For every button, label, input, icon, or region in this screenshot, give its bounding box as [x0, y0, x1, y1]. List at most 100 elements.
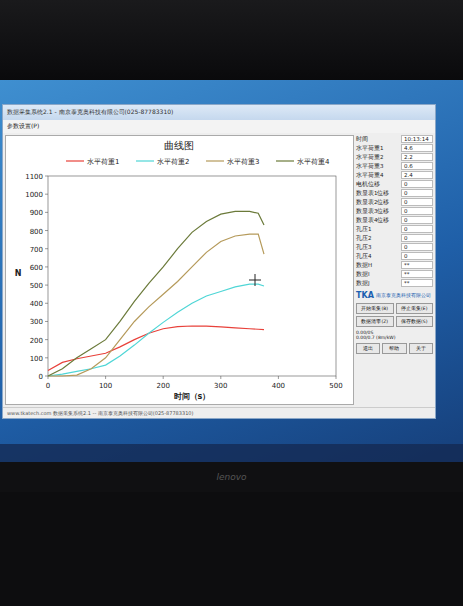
- y-tick-label: 900: [30, 209, 43, 217]
- reading-value: 0: [401, 225, 433, 233]
- reading-row: 水平荷重1 4.6: [356, 144, 433, 152]
- reading-value: **: [401, 270, 433, 278]
- y-axis-label: N: [15, 269, 22, 278]
- chart-title: 曲线图: [164, 140, 194, 151]
- reading-label: 水平荷重4: [356, 172, 384, 179]
- y-tick: 1000: [25, 191, 48, 199]
- x-axis-label: 时间（s）: [174, 392, 211, 401]
- x-tick: 200: [157, 376, 170, 390]
- reading-label: 数据H: [356, 262, 372, 269]
- status-bar: www.tkatech.com 数据采集系统2.1 -- 南京泰克奥科技有限公司…: [3, 407, 435, 418]
- y-tick-label: 1000: [25, 191, 43, 199]
- reading-value: 0: [401, 216, 433, 224]
- series-line: [48, 326, 264, 371]
- x-tick-label: 300: [214, 382, 227, 390]
- y-tick-label: 800: [30, 228, 43, 236]
- reading-value: 0: [401, 243, 433, 251]
- legend-item: 水平荷重1: [66, 158, 119, 166]
- reading-label: 电机位移: [356, 181, 380, 188]
- company-logo: TKA南京泰克奥科技有限公司: [356, 291, 433, 300]
- reading-value: 0: [401, 207, 433, 215]
- footer-button[interactable]: 关于: [409, 343, 433, 354]
- crosshair-cursor-icon: [249, 274, 261, 286]
- legend-swatch: [136, 160, 154, 161]
- reading-value: 0: [401, 180, 433, 188]
- reading-row: 数据I**: [356, 270, 433, 278]
- action-button[interactable]: 数据清零(Z): [356, 316, 394, 327]
- y-tick: 500: [30, 282, 48, 290]
- y-tick: 900: [30, 209, 48, 217]
- button-grid: 开始采集(B)停止采集(E)数据清零(Z)保存数据(S): [356, 303, 433, 327]
- legend-item: 水平荷重3: [206, 158, 259, 166]
- reading-row: 水平荷重22.2: [356, 153, 433, 161]
- reading-label: 数显表3位移: [356, 208, 390, 215]
- action-button[interactable]: 停止采集(E): [396, 303, 434, 314]
- y-tick: 400: [30, 300, 48, 308]
- y-tick: 0: [39, 373, 48, 381]
- x-tick-label: 100: [99, 382, 112, 390]
- plot-area: [48, 176, 336, 376]
- legend-swatch: [66, 160, 84, 161]
- reading-label: 数显表4位移: [356, 217, 390, 224]
- readouts: 0.00/0S0.00/0.7 (8m/kW): [356, 330, 433, 340]
- x-tick: 400: [272, 376, 285, 390]
- reading-label: 孔压3: [356, 244, 372, 251]
- brand-logo: lenovo: [216, 472, 246, 482]
- reading-label: 水平荷重1: [356, 145, 384, 152]
- x-tick-label: 400: [272, 382, 285, 390]
- y-tick: 700: [30, 246, 48, 254]
- y-tick-label: 1100: [25, 173, 43, 181]
- photo-frame: 数据采集系统2.1 - 南京泰克奥科技有限公司(025-87783310)参数设…: [0, 0, 463, 606]
- x-tick: 500: [329, 376, 342, 390]
- action-button[interactable]: 保存数据(S): [396, 316, 434, 327]
- y-tick-label: 100: [30, 355, 43, 363]
- series-line: [48, 234, 264, 376]
- reading-label: 孔压1: [356, 226, 372, 233]
- x-tick: 100: [99, 376, 112, 390]
- footer-button[interactable]: 帮助: [382, 343, 406, 354]
- y-tick: 100: [30, 355, 48, 363]
- line-chart: 曲线图水平荷重1 水平荷重2 水平荷重3 水平荷重4 0 100 200 300 400 500 6…: [6, 136, 351, 404]
- y-tick: 600: [30, 264, 48, 272]
- reading-label: 孔压4: [356, 253, 372, 260]
- series-line: [48, 284, 264, 376]
- action-button[interactable]: 开始采集(B): [356, 303, 394, 314]
- legend-swatch: [206, 160, 224, 161]
- reading-value: 0.6: [401, 162, 433, 170]
- reading-row: 孔压40: [356, 252, 433, 260]
- x-tick: 0: [46, 376, 50, 390]
- footer-buttons: 退出帮助关于: [356, 343, 433, 354]
- legend-label: 水平荷重4: [297, 158, 330, 166]
- y-tick: 1100: [25, 173, 48, 181]
- room-background: [0, 0, 463, 80]
- reading-row: 时间10:13:14: [356, 135, 433, 143]
- reading-row: 数显表1位移0: [356, 189, 433, 197]
- logo-mark: TKA: [356, 291, 374, 300]
- y-tick: 800: [30, 228, 48, 236]
- menu-bar: 参数设置(P): [3, 120, 435, 133]
- reading-row: 孔压20: [356, 234, 433, 242]
- reading-row: 数据J**: [356, 279, 433, 287]
- reading-value: **: [401, 279, 433, 287]
- reading-label: 数显表2位移: [356, 199, 390, 206]
- reading-label: 水平荷重2: [356, 154, 384, 161]
- readout: 0.00/0S: [356, 330, 433, 335]
- reading-value: 10:13:14: [401, 135, 433, 143]
- reading-label: 水平荷重3: [356, 163, 384, 170]
- y-tick-label: 200: [30, 337, 43, 345]
- chart-panel: 曲线图水平荷重1 水平荷重2 水平荷重3 水平荷重4 0 100 200 300 400 500 6…: [5, 135, 354, 405]
- legend-item: 水平荷重2: [136, 158, 189, 166]
- app-window: 数据采集系统2.1 - 南京泰克奥科技有限公司(025-87783310)参数设…: [2, 104, 436, 419]
- reading-value: 4.6: [401, 144, 433, 152]
- monitor-screen: 数据采集系统2.1 - 南京泰克奥科技有限公司(025-87783310)参数设…: [0, 80, 463, 462]
- x-tick: 300: [214, 376, 227, 390]
- monitor-bezel: lenovo: [0, 462, 463, 492]
- reading-row: 数显表3位移 0: [356, 207, 433, 215]
- legend-label: 水平荷重1: [87, 158, 119, 166]
- reading-row: 孔压3 0: [356, 243, 433, 251]
- reading-value: 2.4: [401, 171, 433, 179]
- footer-button[interactable]: 退出: [356, 343, 380, 354]
- y-tick-label: 600: [30, 264, 43, 272]
- menu-item[interactable]: 参数设置(P): [7, 122, 45, 129]
- y-tick-label: 0: [39, 373, 43, 381]
